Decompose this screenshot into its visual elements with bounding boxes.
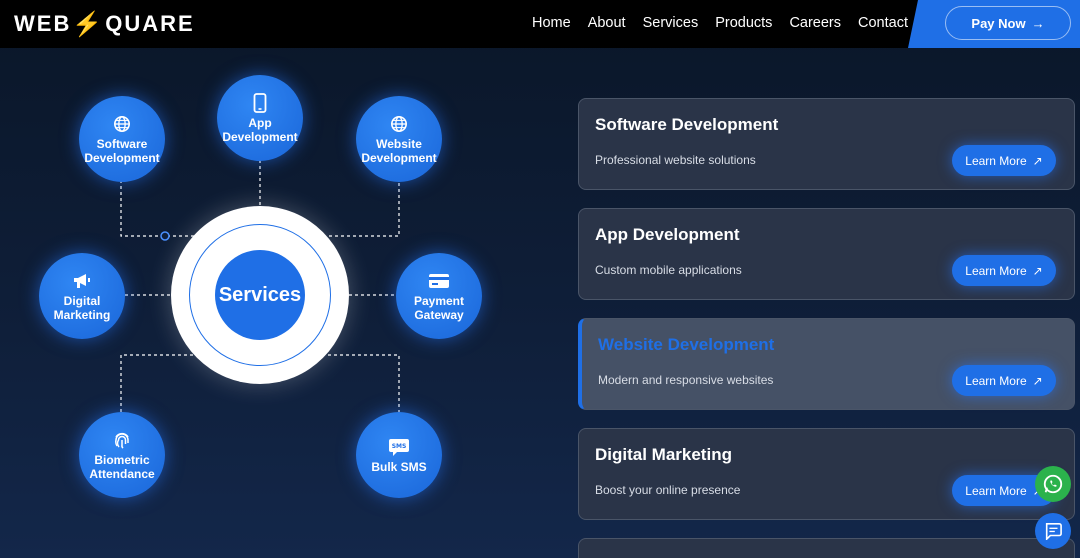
center-services: Services bbox=[215, 250, 305, 340]
credit-card-icon bbox=[428, 271, 450, 291]
mobile-icon bbox=[253, 92, 267, 113]
node-label: Biometric Attendance bbox=[89, 452, 155, 481]
nav-services[interactable]: Services bbox=[643, 15, 699, 31]
chat-icon bbox=[1045, 522, 1062, 540]
learn-more-label: Learn More bbox=[965, 483, 1027, 498]
trend-up-icon: ↗ bbox=[1032, 263, 1043, 278]
node-app-development[interactable]: App Development bbox=[217, 75, 303, 161]
learn-more-button[interactable]: Learn More ↗ bbox=[952, 255, 1056, 286]
learn-more-button[interactable]: Learn More ↗ bbox=[952, 145, 1056, 176]
nav-about[interactable]: About bbox=[588, 15, 626, 31]
chat-button[interactable] bbox=[1035, 513, 1071, 549]
card-title: Digital Marketing bbox=[595, 445, 732, 464]
node-bulk-sms[interactable]: SMS Bulk SMS bbox=[356, 412, 442, 498]
node-payment-gateway[interactable]: Payment Gateway bbox=[396, 253, 482, 339]
node-label: App Development bbox=[222, 115, 298, 144]
card-description: Modern and responsive websites bbox=[598, 373, 774, 387]
service-card-partial[interactable] bbox=[578, 538, 1075, 558]
center-label: Services bbox=[218, 283, 302, 306]
node-label: Software Development bbox=[84, 136, 160, 165]
node-digital-marketing[interactable]: Digital Marketing bbox=[39, 253, 125, 339]
node-label: Bulk SMS bbox=[371, 459, 427, 474]
learn-more-label: Learn More bbox=[965, 153, 1027, 168]
nav-contact[interactable]: Contact bbox=[858, 15, 908, 31]
megaphone-icon bbox=[72, 271, 92, 291]
trend-up-icon: ↗ bbox=[1032, 373, 1043, 388]
node-software-development[interactable]: Software Development bbox=[79, 96, 165, 182]
learn-more-button[interactable]: Learn More ↗ bbox=[952, 365, 1056, 396]
main-nav: Home About Services Products Careers Con… bbox=[532, 15, 908, 31]
sms-icon: SMS bbox=[388, 437, 410, 457]
service-card-app[interactable]: App Development Custom mobile applicatio… bbox=[578, 208, 1075, 300]
node-label: Digital Marketing bbox=[53, 293, 111, 322]
card-description: Custom mobile applications bbox=[595, 263, 742, 277]
globe-icon bbox=[113, 114, 131, 134]
card-title: Software Development bbox=[595, 115, 779, 134]
svg-text:SMS: SMS bbox=[392, 443, 407, 450]
service-card-software[interactable]: Software Development Professional websit… bbox=[578, 98, 1075, 190]
whatsapp-icon bbox=[1043, 474, 1063, 494]
trend-up-icon: ↗ bbox=[1032, 153, 1043, 168]
card-description: Professional website solutions bbox=[595, 153, 756, 167]
pay-now-label: Pay Now bbox=[971, 15, 1026, 31]
node-biometric-attendance[interactable]: Biometric Attendance bbox=[79, 412, 165, 498]
learn-more-label: Learn More bbox=[965, 263, 1027, 278]
fingerprint-icon bbox=[112, 430, 132, 450]
nav-products[interactable]: Products bbox=[715, 15, 772, 31]
learn-more-label: Learn More bbox=[965, 373, 1027, 388]
node-website-development[interactable]: Website Development bbox=[356, 96, 442, 182]
globe-icon bbox=[390, 114, 408, 134]
node-label: Payment Gateway bbox=[413, 293, 465, 322]
pay-now-button[interactable]: Pay Now → bbox=[945, 6, 1071, 40]
card-title: App Development bbox=[595, 225, 740, 244]
arrow-right-icon: → bbox=[1031, 15, 1045, 31]
card-title: Website Development bbox=[598, 335, 775, 354]
service-card-website[interactable]: Website Development Modern and responsiv… bbox=[578, 318, 1075, 410]
node-label: Website Development bbox=[361, 136, 437, 165]
connector-dot bbox=[160, 231, 170, 241]
whatsapp-button[interactable] bbox=[1035, 466, 1071, 502]
service-card-marketing[interactable]: Digital Marketing Boost your online pres… bbox=[578, 428, 1075, 520]
nav-careers[interactable]: Careers bbox=[789, 15, 841, 31]
card-description: Boost your online presence bbox=[595, 483, 741, 497]
